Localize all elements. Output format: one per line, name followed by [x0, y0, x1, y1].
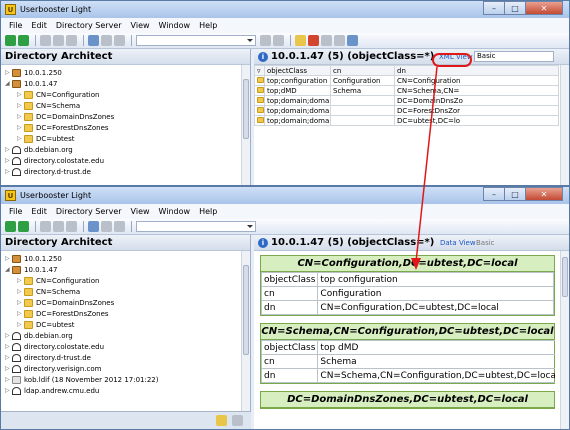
annotation-arrow	[411, 66, 438, 270]
